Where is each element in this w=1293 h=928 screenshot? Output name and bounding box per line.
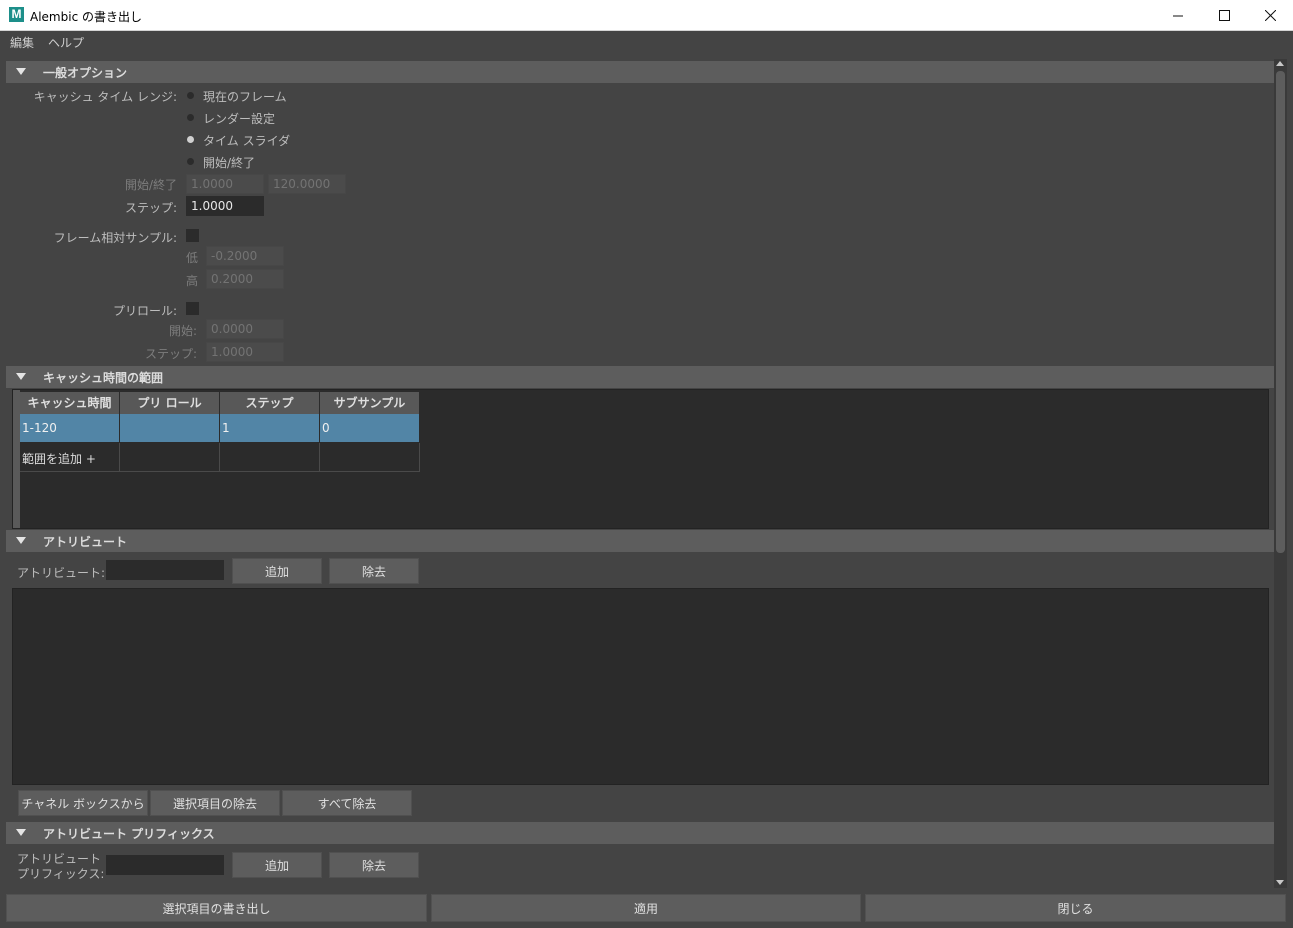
collapse-triangle-icon bbox=[16, 829, 26, 836]
add-attribute-button[interactable]: 追加 bbox=[232, 558, 322, 584]
end-frame-field[interactable]: 120.0000 bbox=[268, 174, 346, 194]
attribute-prefix-header[interactable]: アトリビュート プリフィックス bbox=[6, 822, 1274, 844]
column-header-preroll[interactable]: プリ ロール bbox=[120, 392, 220, 414]
frame-relative-sample-checkbox[interactable] bbox=[186, 229, 199, 242]
attribute-prefix-field[interactable] bbox=[106, 855, 224, 875]
attributes-header[interactable]: アトリビュート bbox=[6, 530, 1274, 552]
remove-all-button[interactable]: すべて除去 bbox=[282, 790, 412, 816]
high-field[interactable]: 0.2000 bbox=[206, 269, 284, 289]
row-header-strip bbox=[13, 390, 20, 528]
low-field[interactable]: -0.2000 bbox=[206, 246, 284, 266]
attribute-label: アトリビュート: bbox=[17, 566, 106, 580]
table-cell[interactable]: 0 bbox=[320, 414, 420, 443]
menu-bar: 編集 ヘルプ bbox=[0, 31, 1293, 53]
remove-prefix-button[interactable]: 除去 bbox=[329, 852, 419, 878]
attribute-field[interactable] bbox=[106, 560, 224, 580]
preroll-step-field[interactable]: 1.0000 bbox=[206, 342, 284, 362]
remove-attribute-button[interactable]: 除去 bbox=[329, 558, 419, 584]
section-title: 一般オプション bbox=[43, 66, 128, 80]
scroll-down-arrow-icon[interactable] bbox=[1276, 880, 1284, 885]
cache-ranges-header[interactable]: キャッシュ時間の範囲 bbox=[6, 366, 1274, 388]
radio-label: 現在のフレーム bbox=[203, 90, 287, 104]
radio-current-frame[interactable] bbox=[187, 92, 194, 99]
cache-time-range-label: キャッシュ タイム レンジ: bbox=[33, 90, 177, 104]
table-cell[interactable] bbox=[120, 443, 220, 472]
vertical-scrollbar[interactable] bbox=[1274, 59, 1287, 888]
radio-label: タイム スライダ bbox=[203, 134, 291, 148]
column-header-cache-time[interactable]: キャッシュ時間 bbox=[20, 392, 120, 414]
step-label: ステップ: bbox=[124, 201, 177, 215]
maya-app-icon: M bbox=[9, 7, 24, 22]
collapse-triangle-icon bbox=[16, 537, 26, 544]
scroll-up-arrow-icon[interactable] bbox=[1276, 61, 1284, 66]
start-frame-field[interactable]: 1.0000 bbox=[186, 174, 264, 194]
radio-render-settings[interactable] bbox=[187, 114, 194, 121]
from-channel-box-button[interactable]: チャネル ボックスから bbox=[18, 790, 148, 816]
add-prefix-button[interactable]: 追加 bbox=[232, 852, 322, 878]
step-field[interactable]: 1.0000 bbox=[186, 196, 264, 216]
low-label: 低 bbox=[186, 251, 199, 265]
window-title: Alembic の書き出し bbox=[30, 10, 142, 24]
table-cell[interactable] bbox=[120, 414, 220, 443]
maximize-button[interactable] bbox=[1201, 0, 1247, 31]
collapse-triangle-icon bbox=[16, 373, 26, 380]
section-title: キャッシュ時間の範囲 bbox=[43, 371, 164, 385]
minimize-icon bbox=[1172, 15, 1183, 17]
table-cell[interactable]: 1-120 bbox=[20, 414, 120, 443]
table-cell[interactable] bbox=[320, 443, 420, 472]
minimize-button[interactable] bbox=[1155, 0, 1201, 31]
general-options-header[interactable]: 一般オプション bbox=[6, 61, 1274, 83]
menu-help[interactable]: ヘルプ bbox=[48, 34, 84, 51]
preroll-label: プリロール: bbox=[112, 304, 177, 318]
scrollbar-thumb[interactable] bbox=[1276, 71, 1285, 553]
frame-relative-sample-label: フレーム相対サンプル: bbox=[53, 231, 177, 245]
options-scroll-area: 一般オプション キャッシュ タイム レンジ: 現在のフレーム レンダー設定 タイ… bbox=[6, 59, 1274, 888]
radio-start-end[interactable] bbox=[187, 158, 194, 165]
radio-label: 開始/終了 bbox=[203, 156, 256, 170]
section-title: アトリビュート プリフィックス bbox=[43, 827, 215, 841]
preroll-step-label: ステップ: bbox=[144, 347, 197, 361]
radio-label: レンダー設定 bbox=[203, 112, 276, 126]
column-header-step[interactable]: ステップ bbox=[220, 392, 320, 414]
preroll-start-label: 開始: bbox=[168, 324, 197, 338]
apply-button[interactable]: 適用 bbox=[431, 894, 861, 922]
close-icon bbox=[1264, 10, 1276, 21]
preroll-checkbox[interactable] bbox=[186, 302, 199, 315]
table-cell[interactable]: 1 bbox=[220, 414, 320, 443]
attribute-prefix-label-line2: プリフィックス: bbox=[17, 867, 105, 881]
close-button[interactable]: 閉じる bbox=[865, 894, 1286, 922]
start-end-label: 開始/終了 bbox=[124, 178, 177, 192]
collapse-triangle-icon bbox=[16, 68, 26, 75]
section-title: アトリビュート bbox=[43, 535, 128, 549]
table-cell[interactable] bbox=[220, 443, 320, 472]
export-selection-button[interactable]: 選択項目の書き出し bbox=[6, 894, 427, 922]
remove-selected-button[interactable]: 選択項目の除去 bbox=[150, 790, 280, 816]
cache-ranges-table: キャッシュ時間 プリ ロール ステップ サブサンプル 1-120 1 0 範囲を… bbox=[12, 389, 1269, 529]
high-label: 高 bbox=[186, 274, 199, 288]
preroll-start-field[interactable]: 0.0000 bbox=[206, 319, 284, 339]
attribute-list[interactable] bbox=[12, 588, 1269, 785]
menu-edit[interactable]: 編集 bbox=[10, 34, 34, 51]
radio-time-slider[interactable] bbox=[187, 136, 194, 143]
add-range-cell[interactable]: 範囲を追加 + bbox=[20, 443, 120, 472]
title-bar: M Alembic の書き出し bbox=[0, 0, 1293, 31]
maximize-icon bbox=[1218, 10, 1230, 21]
column-header-subsample[interactable]: サブサンプル bbox=[320, 392, 420, 414]
close-window-button[interactable] bbox=[1247, 0, 1293, 31]
